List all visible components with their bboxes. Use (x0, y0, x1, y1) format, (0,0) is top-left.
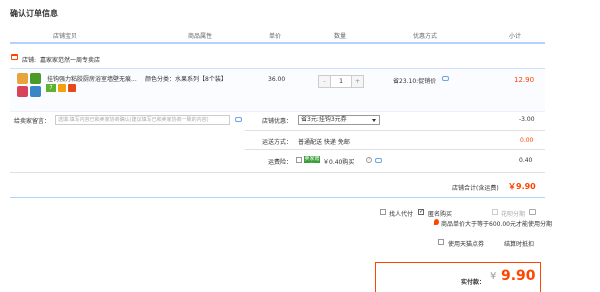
shipping-method: 普通配送 快递 免邮 (298, 139, 350, 146)
insurance-label: 运费险： (268, 159, 293, 166)
col-header-items: 店铺宝贝 (52, 33, 77, 40)
col-header-subtotal: 小计 (508, 33, 521, 40)
proxy-pay-checkbox[interactable] (380, 209, 386, 215)
insurance-price: ￥0.40购买 (323, 159, 355, 166)
invoice-icon (68, 84, 76, 92)
payment-label: 实付款： (461, 279, 486, 286)
divider (245, 149, 545, 150)
product-attribute: 颜色分类：水果系列【8个装】 (145, 76, 227, 83)
item-subtotal: 12.90 (514, 76, 535, 84)
divider (10, 197, 545, 198)
message-to-seller-input[interactable]: 选填:填写内容已和卖家协商确认(建议填写已和卖家协商一致的内容) (55, 115, 230, 125)
insurance-tag: 卖家赠送 (304, 156, 320, 169)
chat-bubble-icon[interactable] (235, 117, 242, 122)
product-thumbnail[interactable] (17, 86, 28, 97)
quantity-stepper: - 1 + (318, 75, 364, 88)
product-thumbnail[interactable] (30, 86, 41, 97)
insurance-checkbox[interactable] (296, 157, 302, 163)
col-header-qty: 数量 (333, 33, 346, 40)
store-promo-label: 店铺优惠： (262, 118, 293, 125)
chat-bubble-icon[interactable] (375, 158, 382, 163)
anonymous-checkbox[interactable] (418, 208, 424, 215)
payment-total: 9.90 (501, 268, 536, 284)
anonymous-label: 匿名购买 (428, 211, 453, 218)
store-total-label: 店铺合计(含运费) (452, 185, 499, 192)
qty-input[interactable]: 1 (330, 76, 352, 87)
divider (245, 130, 545, 131)
location-pin-icon (434, 219, 439, 225)
store-name[interactable]: 嘉家家范然一周专卖店 (40, 55, 100, 64)
divider (10, 172, 545, 173)
header-divider (10, 42, 545, 44)
store-promo-select[interactable]: 省3元:挂钩3元券 (298, 115, 380, 125)
page-title: 确认订单信息 (10, 9, 58, 18)
chat-bubble-icon[interactable] (442, 76, 449, 81)
shipping-label: 运送方式： (262, 139, 293, 146)
installment-note: 商品单价大于等于600.00元才能使用分期 (441, 221, 552, 228)
col-header-discount: 优惠方式 (412, 33, 437, 40)
unit-price: 36.00 (268, 76, 286, 83)
qty-plus-button[interactable]: + (352, 76, 363, 87)
coupon-checkbox[interactable] (438, 239, 444, 245)
store-icon (11, 54, 18, 60)
proxy-pay-label: 找人代付 (389, 211, 414, 218)
store-total-value: ￥9.90 (508, 182, 536, 191)
insurance-value: 0.40 (519, 157, 533, 164)
col-header-attr: 商品属性 (187, 33, 212, 40)
product-thumbnail[interactable] (30, 73, 41, 84)
help-icon[interactable]: ? (366, 157, 372, 163)
coupon-label: 使用天猫点券 (448, 241, 485, 248)
store-label: 店铺: (22, 57, 37, 64)
item-discount: 省23.10:促销价 (393, 78, 437, 85)
message-label: 给卖家留言： (14, 118, 51, 125)
installment-label: 花呗分期 (501, 211, 526, 218)
card-icon (529, 209, 536, 215)
coupon-deduct-link[interactable]: 结算时抵扣 (504, 239, 534, 248)
product-thumbnail[interactable] (17, 73, 28, 84)
shipping-value: 0.00 (520, 137, 534, 144)
installment-checkbox[interactable] (492, 209, 498, 215)
col-header-price: 单价 (268, 33, 281, 40)
seven-day-return-icon: 7 (46, 84, 56, 92)
store-promo-value: -3.00 (519, 116, 535, 123)
qty-minus-button[interactable]: - (319, 76, 330, 87)
guarantee-icon (58, 84, 66, 92)
payment-currency: ¥ (490, 271, 497, 282)
product-name[interactable]: 挂钩强力粘胶厨房浴室墙壁无痕... (47, 74, 157, 83)
